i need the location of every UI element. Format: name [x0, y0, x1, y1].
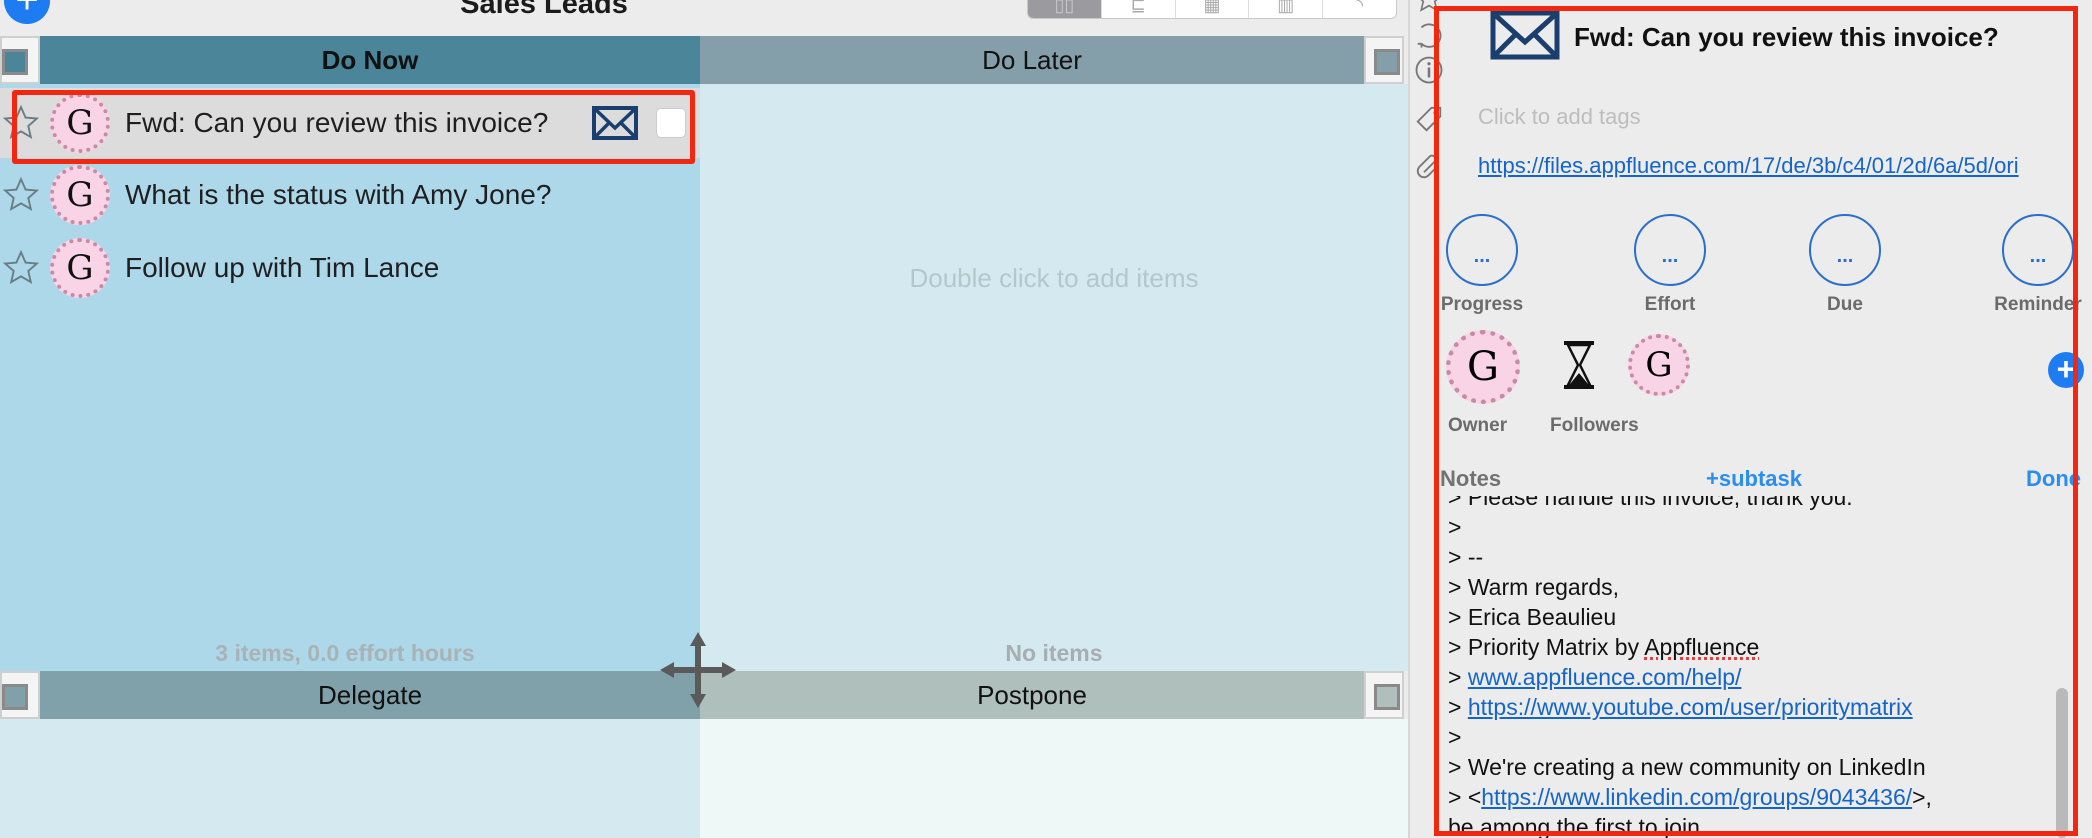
done-button[interactable]: Done	[2026, 466, 2081, 492]
note-line: > --	[1448, 544, 1484, 570]
attachment-icon[interactable]	[1414, 151, 1444, 181]
tags-input[interactable]	[1478, 104, 2038, 130]
chart-icon: ▥	[1277, 0, 1295, 15]
quadrant-header-do-later[interactable]: Do Later	[700, 36, 1364, 84]
add-follower-button[interactable]: +	[2048, 352, 2084, 388]
note-line: >	[1448, 514, 1462, 540]
star-icon[interactable]	[1414, 0, 1444, 14]
quadrant-do-later[interactable]	[700, 84, 1408, 671]
task-row[interactable]: G Fwd: Can you review this invoice?	[0, 88, 700, 164]
task-row[interactable]: G What is the status with Amy Jone?	[0, 160, 700, 230]
view-switcher: ▯▯ ⊑ ▦ ▥ ◝	[1027, 0, 1397, 19]
view-feed-button[interactable]: ◝	[1323, 0, 1396, 18]
progress-button[interactable]: ...	[1446, 214, 1518, 286]
info-icon[interactable]	[1414, 55, 1444, 85]
task-title: What is the status with Amy Jone?	[125, 179, 552, 210]
select-all-delegate-checkbox[interactable]	[0, 671, 40, 719]
gantt-icon: ⊑	[1130, 0, 1146, 15]
quadrant-header-do-now[interactable]: Do Now	[40, 36, 700, 84]
calendar-icon: ▦	[1203, 0, 1221, 15]
notes-scrollbar[interactable]	[2056, 688, 2068, 838]
note-line: > https://www.youtube.com/user/prioritym…	[1448, 694, 1913, 720]
owner-avatar: G	[50, 93, 110, 153]
owner-label: Owner	[1448, 415, 1508, 436]
help-link[interactable]: www.appfluence.com/help/	[1468, 664, 1742, 690]
add-subtask-button[interactable]: +subtask	[1706, 466, 1802, 492]
quadrant-delegate[interactable]	[0, 719, 700, 838]
do-later-summary: No items	[1005, 640, 1103, 666]
task-row[interactable]: G Follow up with Tim Lance	[0, 233, 700, 303]
effort-button[interactable]: ...	[1634, 214, 1706, 286]
view-gantt-button[interactable]: ⊑	[1102, 0, 1176, 18]
note-line: > <https://www.linkedin.com/groups/90434…	[1448, 784, 1932, 810]
owner-avatar: G	[50, 165, 110, 225]
task-detail-title[interactable]: Fwd: Can you review this invoice?	[1574, 22, 1999, 53]
add-items-hint: Double click to add items	[909, 263, 1199, 293]
tag-icon[interactable]	[1414, 104, 1444, 134]
star-icon[interactable]	[2, 176, 40, 214]
youtube-link[interactable]: https://www.youtube.com/user/prioritymat…	[1468, 694, 1913, 720]
note-text: > Priority Matrix by	[1448, 634, 1645, 660]
move-quadrant-handle-icon[interactable]	[660, 632, 736, 708]
effort-label: Effort	[1644, 294, 1696, 315]
view-calendar-button[interactable]: ▦	[1176, 0, 1250, 18]
effort-property[interactable]: ... Effort	[1634, 214, 1708, 315]
due-label: Due	[1827, 294, 1863, 315]
select-all-do-now-checkbox[interactable]	[0, 36, 40, 84]
quadrants-icon: ▯▯	[1054, 0, 1075, 15]
mail-icon	[1490, 10, 1560, 60]
note-line: > www.appfluence.com/help/	[1448, 664, 1742, 690]
history-icon[interactable]	[1414, 20, 1444, 50]
progress-property[interactable]: ... Progress	[1441, 214, 1523, 315]
do-now-summary: 3 items, 0.0 effort hours	[215, 640, 475, 666]
due-property[interactable]: ... Due	[1809, 214, 1883, 315]
note-line: > Warm regards,	[1448, 574, 1620, 600]
note-line: > Please handle this invoice, thank you.	[1448, 496, 1853, 510]
note-line: > Priority Matrix by Appfluence	[1448, 632, 1932, 662]
reminder-property[interactable]: ... Reminder	[1994, 214, 2082, 315]
note-line: >	[1448, 724, 1462, 750]
quadrant-header-postpone[interactable]: Postpone	[700, 671, 1364, 719]
star-icon[interactable]	[2, 104, 40, 142]
reminder-label: Reminder	[1994, 294, 2082, 315]
task-title: Fwd: Can you review this invoice?	[125, 107, 549, 138]
reminder-button[interactable]: ...	[2002, 214, 2074, 286]
note-line: > We're creating a new community on Link…	[1448, 754, 1926, 780]
select-all-do-later-checkbox[interactable]	[1364, 36, 1404, 84]
progress-label: Progress	[1440, 294, 1524, 315]
hourglass-icon	[1564, 341, 1594, 389]
attachment-link[interactable]: https://files.appfluence.com/17/de/3b/c4…	[1478, 153, 2019, 179]
feed-icon: ◝	[1356, 0, 1364, 15]
misspelled-word: Appfluence	[1644, 634, 1760, 660]
quadrant-header-delegate[interactable]: Delegate	[40, 671, 700, 719]
app-window: + Sales Leads ▯▯ ⊑ ▦ ▥ ◝ Do Now Do Later…	[0, 0, 2092, 838]
owner-avatar[interactable]: G	[1446, 330, 1520, 404]
note-line: be among the first to join.	[1448, 814, 1707, 838]
due-button[interactable]: ...	[1809, 214, 1881, 286]
mail-icon	[592, 106, 638, 140]
toolbar: + Sales Leads ▯▯ ⊑ ▦ ▥ ◝	[0, 0, 1408, 36]
view-quadrants-button[interactable]: ▯▯	[1028, 0, 1102, 18]
note-line: > Erica Beaulieu	[1448, 604, 1617, 630]
quadrant-postpone[interactable]	[700, 719, 1408, 838]
task-detail-pane: Fwd: Can you review this invoice? https:…	[1410, 0, 2092, 838]
board-title: Sales Leads	[460, 0, 628, 20]
select-all-postpone-checkbox[interactable]	[1364, 671, 1404, 719]
task-title: Follow up with Tim Lance	[125, 252, 440, 283]
notes-editor[interactable]: > Please handle this invoice, thank you.…	[1448, 496, 2048, 838]
matrix-pane: + Sales Leads ▯▯ ⊑ ▦ ▥ ◝ Do Now Do Later…	[0, 0, 1408, 838]
owner-avatar: G	[50, 238, 110, 298]
star-icon[interactable]	[2, 249, 40, 287]
complete-checkbox[interactable]	[656, 108, 686, 138]
notes-label: Notes	[1440, 466, 1502, 491]
followers-label: Followers	[1550, 415, 1639, 436]
view-chart-button[interactable]: ▥	[1249, 0, 1324, 18]
follower-avatar[interactable]: G	[1628, 334, 1690, 396]
linkedin-link[interactable]: https://www.linkedin.com/groups/9043436/	[1481, 784, 1912, 810]
